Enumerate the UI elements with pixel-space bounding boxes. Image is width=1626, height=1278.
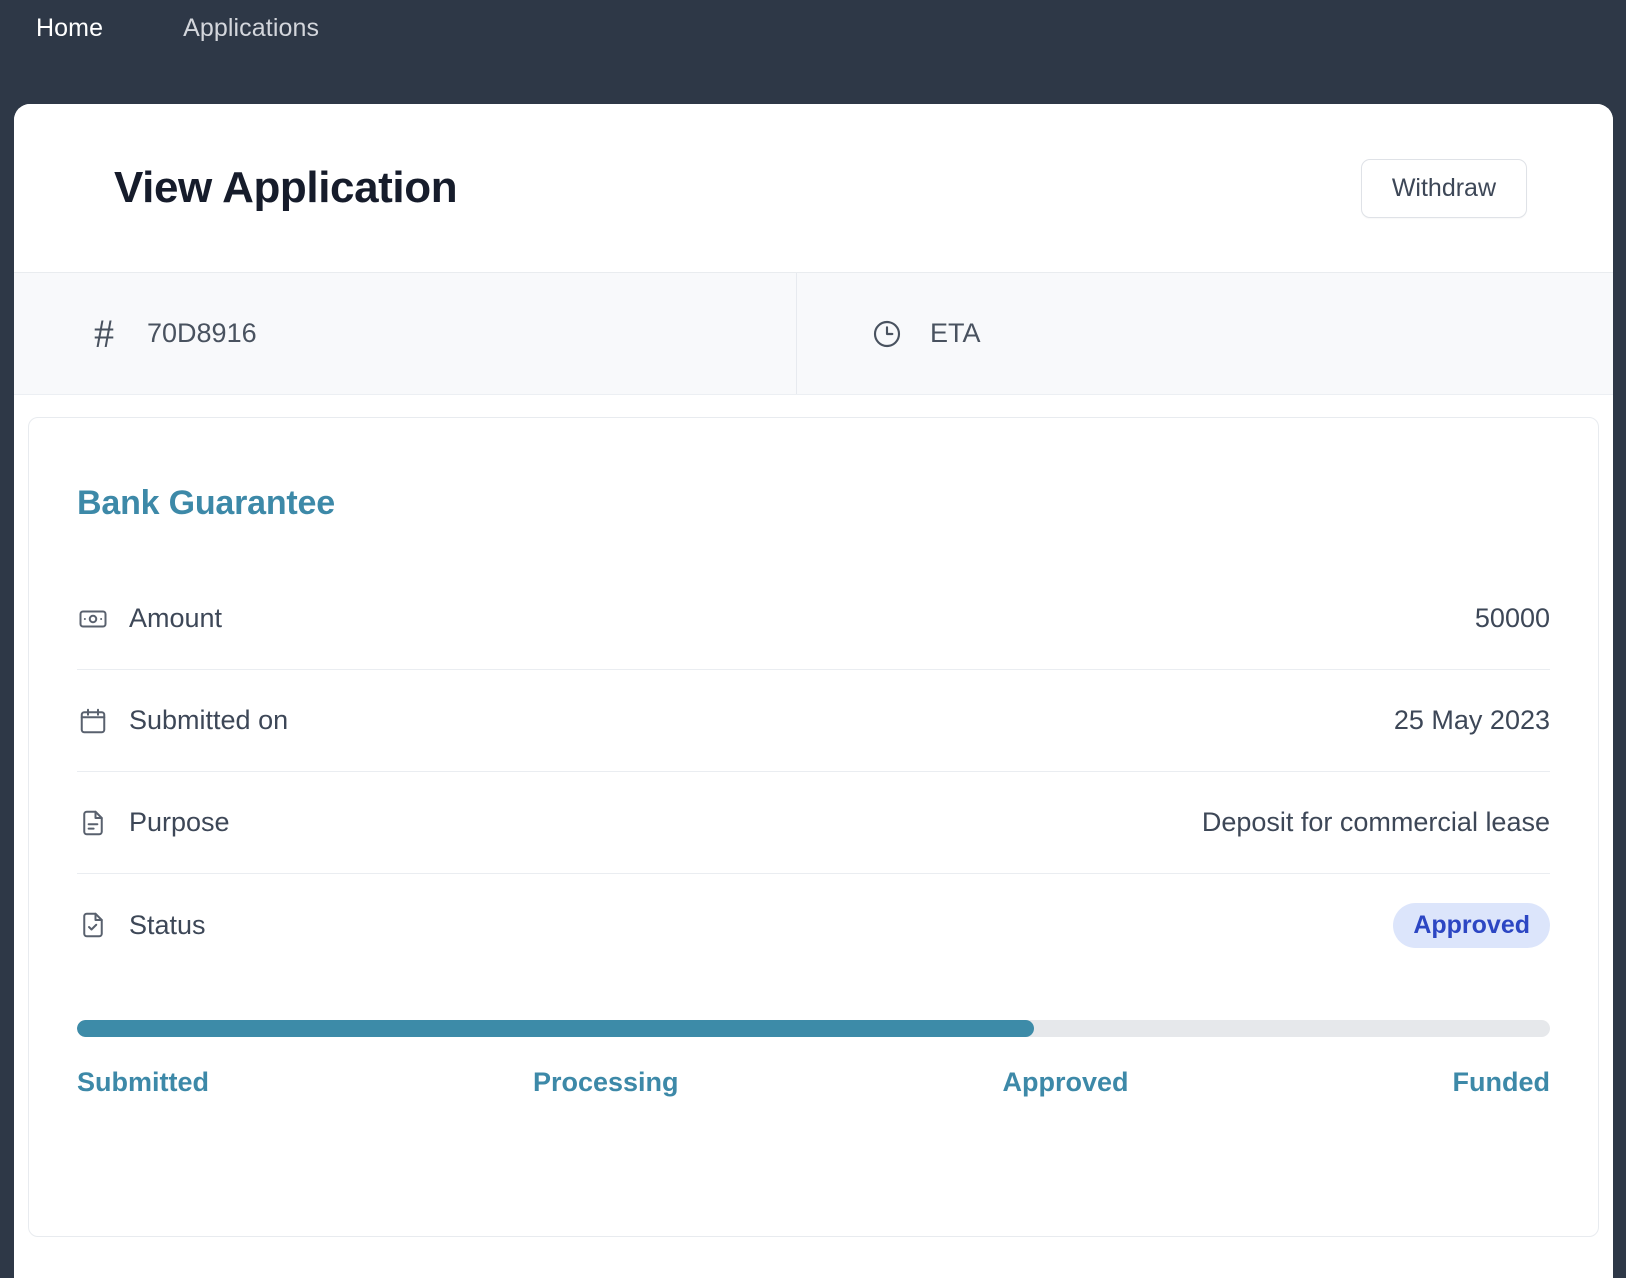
row-label-submitted-on: Submitted on (129, 705, 289, 735)
row-left: Status (77, 909, 206, 941)
calendar-icon (77, 705, 109, 737)
card-heading: Bank Guarantee (77, 484, 335, 522)
eta-label: ETA (930, 318, 981, 348)
progress-step-processing: Processing (532, 1067, 679, 1097)
sheet-header: View Application Withdraw (14, 104, 1613, 273)
progress-track (77, 1020, 1550, 1037)
row-value-status: Approved (1393, 902, 1550, 948)
application-sheet: View Application Withdraw # 70D8916 ETA … (14, 104, 1613, 1278)
nav-item-home[interactable]: Home (36, 16, 103, 41)
progress-step-submitted: Submitted (77, 1067, 209, 1097)
top-navigation-bar: Home Applications (0, 0, 1626, 104)
document-check-icon (77, 909, 109, 941)
progress-fill (77, 1020, 1035, 1037)
application-meta-strip: # 70D8916 ETA (14, 273, 1613, 395)
nav-item-applications[interactable]: Applications (183, 16, 319, 41)
reference-number-value: 70D8916 (147, 318, 257, 348)
clock-icon (870, 317, 904, 351)
application-progress: Submitted Processing Approved Funded (77, 1020, 1550, 1096)
banknote-icon (77, 603, 109, 635)
status-badge: Approved (1393, 902, 1550, 948)
detail-row-purpose: Purpose Deposit for commercial lease (77, 772, 1550, 874)
progress-step-funded: Funded (1452, 1067, 1550, 1097)
row-left: Amount (77, 603, 222, 635)
progress-step-approved: Approved (1002, 1067, 1129, 1097)
withdraw-button[interactable]: Withdraw (1360, 158, 1527, 218)
detail-rows: Amount 50000 Submitted on 25 May 2023 Pu… (77, 568, 1550, 976)
detail-row-status: Status Approved (77, 874, 1550, 976)
eta-cell: ETA (797, 273, 1613, 394)
detail-row-submitted-on: Submitted on 25 May 2023 (77, 670, 1550, 772)
row-value-purpose: Deposit for commercial lease (1201, 807, 1550, 837)
reference-number-cell: # 70D8916 (14, 273, 797, 394)
progress-steps: Submitted Processing Approved Funded (77, 1069, 1550, 1096)
row-value-amount: 50000 (1474, 603, 1550, 633)
row-label-purpose: Purpose (129, 807, 230, 837)
row-label-status: Status (129, 909, 206, 940)
hash-icon: # (94, 310, 114, 356)
row-label-amount: Amount (129, 603, 223, 633)
detail-row-amount: Amount 50000 (77, 568, 1550, 670)
row-left: Purpose (77, 807, 230, 839)
bank-guarantee-card: Bank Guarantee Amount 50000 Submitted on… (28, 417, 1599, 1237)
page-title: View Application (114, 163, 458, 212)
row-left: Submitted on (77, 705, 288, 737)
row-value-submitted-on: 25 May 2023 (1393, 705, 1550, 735)
document-text-icon (77, 807, 109, 839)
